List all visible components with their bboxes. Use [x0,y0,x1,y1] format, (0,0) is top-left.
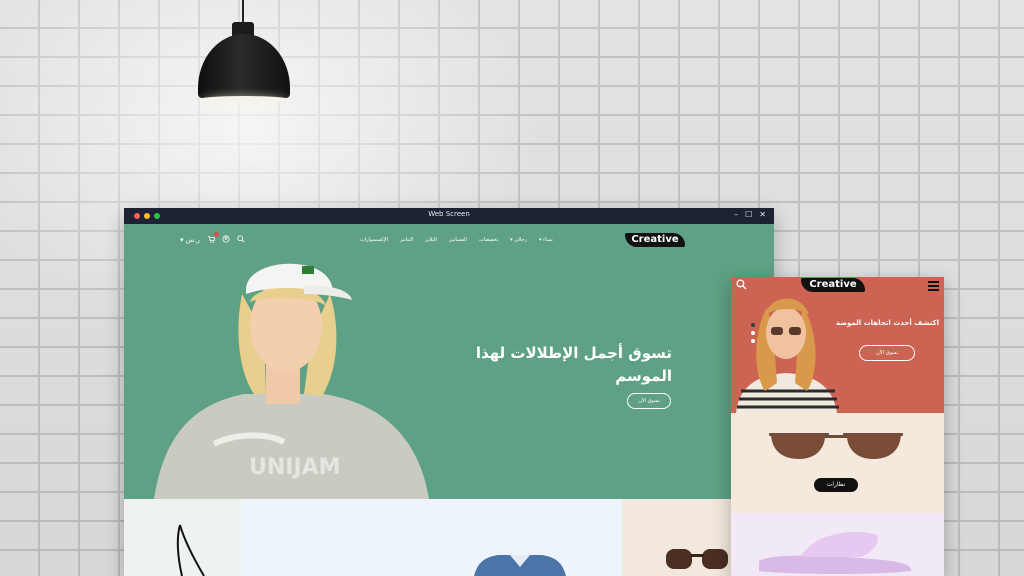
main-menu: نساء ▾ رجالي ▾ تخفيضات الفساتين البلايز … [360,237,553,243]
menu-item-sale[interactable]: تخفيضات [479,237,498,243]
hero-section: ▾ ر.س نساء ▾ رجالي ▾ تخفيضات الفساتين ال… [124,224,774,499]
hamburger-menu-icon[interactable] [928,281,939,293]
mobile-hero-model-image [736,298,839,413]
currency-selector[interactable]: ▾ ر.س [180,236,200,244]
mobile-hero-heading: اكتشف أحدث اتجاهات الموضة [836,319,939,327]
bag-image [176,524,205,576]
window-title: Web Screen [428,210,470,218]
shop-now-button[interactable]: تسوق الآن [627,393,671,409]
carousel-dots [751,323,755,343]
product-card-bag[interactable] [124,499,242,576]
menu-item-accessories[interactable]: الإكسسوارات [360,237,388,243]
search-icon[interactable] [736,279,747,293]
window-controls: – ☐ ✕ [734,210,766,219]
category-label-button[interactable]: نظارات [814,478,858,492]
menu-item-women[interactable]: نساء ▾ [539,237,553,243]
minimize-button[interactable]: – [734,210,738,219]
menu-item-dresses[interactable]: الفساتين [449,237,467,243]
chevron-down-icon: ▾ [180,236,184,244]
denim-jacket-image [474,555,566,576]
carousel-dot[interactable] [751,339,755,343]
mobile-shop-now-button[interactable]: تسوق الآن [859,345,915,361]
mobile-brand-logo[interactable]: Creative [801,278,865,292]
carousel-dot[interactable] [751,323,755,327]
maximize-button[interactable]: ☐ [745,210,752,219]
carousel-dot[interactable] [751,331,755,335]
menu-item-skirts[interactable]: التنانير [400,237,413,243]
headline-line-2: الموسم [615,367,672,385]
hero-model-image: UNIJAM [154,263,429,499]
hero-headline: تسوق أجمل الإطلالات لهذا الموسم [424,342,672,388]
sunglasses-image [769,433,903,459]
lamp-cord [242,0,244,24]
slide-sandal-image [759,531,912,574]
category-card-sunglasses[interactable]: نظارات [731,413,944,513]
menu-item-tops[interactable]: البلايز [425,237,437,243]
cart-badge [213,232,219,237]
mobile-hero: Creative اكتشف أحدث اتجاهات الموضة تسوق … [731,277,944,413]
desktop-browser-mockup: Web Screen – ☐ ✕ ▾ ر.س نساء ▾ رجالي ▾ تخ… [124,208,774,576]
lamp-light [200,96,288,102]
close-button[interactable]: ✕ [759,210,766,219]
category-card-slides[interactable] [731,513,944,576]
mobile-mockup: Creative اكتشف أحدث اتجاهات الموضة تسوق … [731,277,944,576]
menu-item-men[interactable]: رجالي ▾ [510,237,527,243]
brand-logo[interactable]: Creative [625,233,685,247]
currency-label: ر.س [185,236,200,244]
product-strip [124,499,774,576]
headline-line-1: تسوق أجمل الإطلالات لهذا [475,344,672,362]
product-card-denim-jacket[interactable] [242,499,622,576]
window-titlebar: Web Screen – ☐ ✕ [124,208,774,224]
svg-text:UNIJAM: UNIJAM [249,455,341,480]
